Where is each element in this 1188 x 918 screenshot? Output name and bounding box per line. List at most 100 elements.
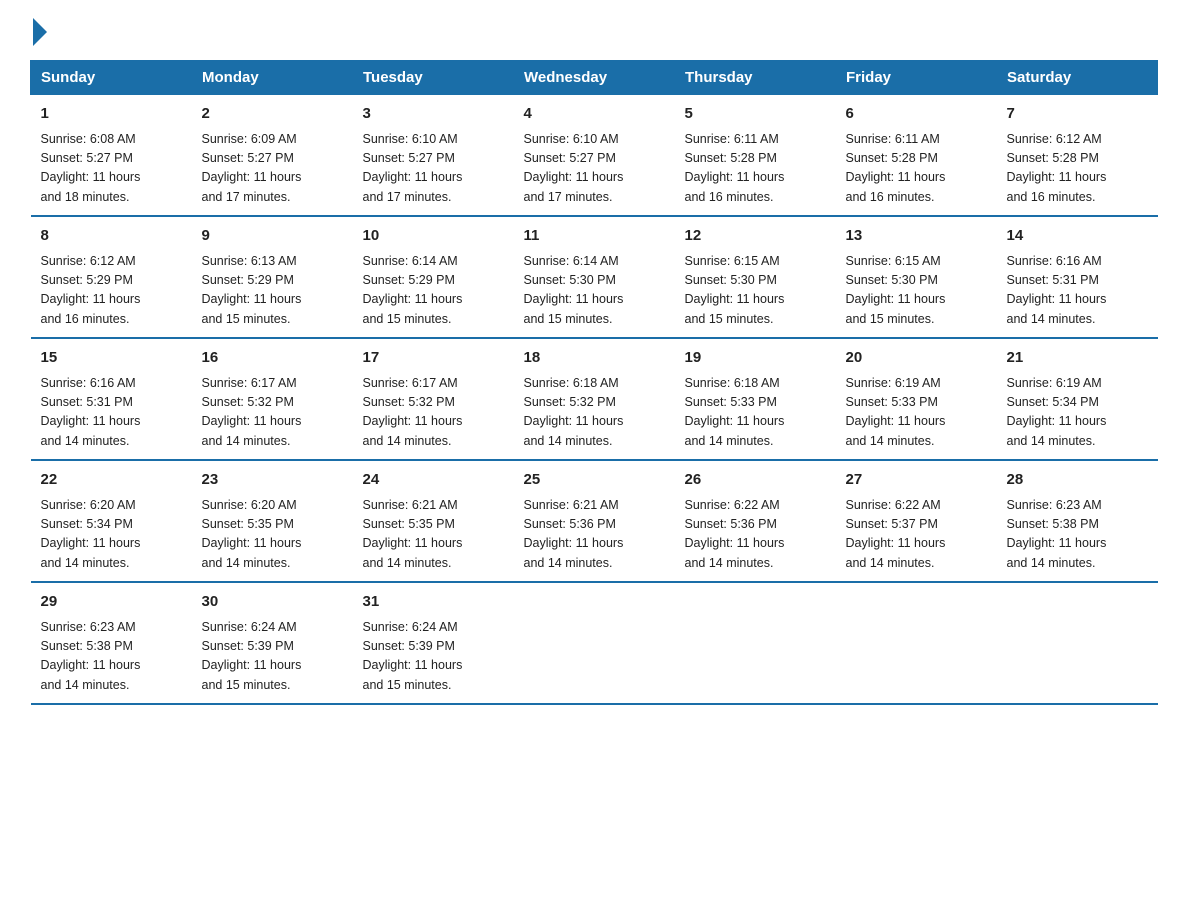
calendar-cell: 16 Sunrise: 6:17 AMSunset: 5:32 PMDaylig… bbox=[192, 338, 353, 460]
day-info: Sunrise: 6:22 AMSunset: 5:36 PMDaylight:… bbox=[685, 498, 785, 570]
day-number: 16 bbox=[202, 347, 343, 370]
day-number: 15 bbox=[41, 347, 182, 370]
calendar-cell: 2 Sunrise: 6:09 AMSunset: 5:27 PMDayligh… bbox=[192, 95, 353, 217]
calendar-cell: 20 Sunrise: 6:19 AMSunset: 5:33 PMDaylig… bbox=[836, 338, 997, 460]
calendar-cell: 18 Sunrise: 6:18 AMSunset: 5:32 PMDaylig… bbox=[514, 338, 675, 460]
calendar-cell: 12 Sunrise: 6:15 AMSunset: 5:30 PMDaylig… bbox=[675, 216, 836, 338]
day-number: 27 bbox=[846, 469, 987, 492]
day-header-sunday: Sunday bbox=[31, 61, 192, 95]
week-row-5: 29 Sunrise: 6:23 AMSunset: 5:38 PMDaylig… bbox=[31, 582, 1158, 704]
day-info: Sunrise: 6:24 AMSunset: 5:39 PMDaylight:… bbox=[363, 620, 463, 692]
day-info: Sunrise: 6:13 AMSunset: 5:29 PMDaylight:… bbox=[202, 254, 302, 326]
day-number: 22 bbox=[41, 469, 182, 492]
day-number: 6 bbox=[846, 103, 987, 126]
day-number: 18 bbox=[524, 347, 665, 370]
calendar-cell: 11 Sunrise: 6:14 AMSunset: 5:30 PMDaylig… bbox=[514, 216, 675, 338]
day-info: Sunrise: 6:16 AMSunset: 5:31 PMDaylight:… bbox=[41, 376, 141, 448]
day-info: Sunrise: 6:21 AMSunset: 5:36 PMDaylight:… bbox=[524, 498, 624, 570]
day-header-tuesday: Tuesday bbox=[353, 61, 514, 95]
calendar-cell bbox=[836, 582, 997, 704]
calendar-cell: 14 Sunrise: 6:16 AMSunset: 5:31 PMDaylig… bbox=[997, 216, 1158, 338]
day-info: Sunrise: 6:18 AMSunset: 5:32 PMDaylight:… bbox=[524, 376, 624, 448]
day-number: 11 bbox=[524, 225, 665, 248]
day-info: Sunrise: 6:08 AMSunset: 5:27 PMDaylight:… bbox=[41, 132, 141, 204]
day-info: Sunrise: 6:09 AMSunset: 5:27 PMDaylight:… bbox=[202, 132, 302, 204]
day-number: 29 bbox=[41, 591, 182, 614]
calendar-cell: 22 Sunrise: 6:20 AMSunset: 5:34 PMDaylig… bbox=[31, 460, 192, 582]
day-number: 20 bbox=[846, 347, 987, 370]
day-info: Sunrise: 6:14 AMSunset: 5:30 PMDaylight:… bbox=[524, 254, 624, 326]
day-info: Sunrise: 6:17 AMSunset: 5:32 PMDaylight:… bbox=[202, 376, 302, 448]
calendar-cell: 9 Sunrise: 6:13 AMSunset: 5:29 PMDayligh… bbox=[192, 216, 353, 338]
calendar-cell: 7 Sunrise: 6:12 AMSunset: 5:28 PMDayligh… bbox=[997, 95, 1158, 217]
day-info: Sunrise: 6:12 AMSunset: 5:29 PMDaylight:… bbox=[41, 254, 141, 326]
calendar-cell: 13 Sunrise: 6:15 AMSunset: 5:30 PMDaylig… bbox=[836, 216, 997, 338]
calendar-cell bbox=[675, 582, 836, 704]
calendar-cell: 17 Sunrise: 6:17 AMSunset: 5:32 PMDaylig… bbox=[353, 338, 514, 460]
day-info: Sunrise: 6:14 AMSunset: 5:29 PMDaylight:… bbox=[363, 254, 463, 326]
day-number: 21 bbox=[1007, 347, 1148, 370]
day-info: Sunrise: 6:19 AMSunset: 5:33 PMDaylight:… bbox=[846, 376, 946, 448]
calendar-cell: 10 Sunrise: 6:14 AMSunset: 5:29 PMDaylig… bbox=[353, 216, 514, 338]
calendar-cell: 15 Sunrise: 6:16 AMSunset: 5:31 PMDaylig… bbox=[31, 338, 192, 460]
day-number: 25 bbox=[524, 469, 665, 492]
days-of-week-row: SundayMondayTuesdayWednesdayThursdayFrid… bbox=[31, 61, 1158, 95]
calendar-cell: 19 Sunrise: 6:18 AMSunset: 5:33 PMDaylig… bbox=[675, 338, 836, 460]
calendar-cell: 21 Sunrise: 6:19 AMSunset: 5:34 PMDaylig… bbox=[997, 338, 1158, 460]
day-info: Sunrise: 6:22 AMSunset: 5:37 PMDaylight:… bbox=[846, 498, 946, 570]
day-number: 13 bbox=[846, 225, 987, 248]
day-info: Sunrise: 6:18 AMSunset: 5:33 PMDaylight:… bbox=[685, 376, 785, 448]
page-header bbox=[30, 20, 1158, 42]
day-number: 2 bbox=[202, 103, 343, 126]
day-number: 19 bbox=[685, 347, 826, 370]
day-info: Sunrise: 6:10 AMSunset: 5:27 PMDaylight:… bbox=[363, 132, 463, 204]
day-number: 14 bbox=[1007, 225, 1148, 248]
calendar-cell: 26 Sunrise: 6:22 AMSunset: 5:36 PMDaylig… bbox=[675, 460, 836, 582]
day-info: Sunrise: 6:15 AMSunset: 5:30 PMDaylight:… bbox=[685, 254, 785, 326]
day-number: 24 bbox=[363, 469, 504, 492]
day-number: 17 bbox=[363, 347, 504, 370]
day-info: Sunrise: 6:19 AMSunset: 5:34 PMDaylight:… bbox=[1007, 376, 1107, 448]
calendar-cell: 25 Sunrise: 6:21 AMSunset: 5:36 PMDaylig… bbox=[514, 460, 675, 582]
day-header-friday: Friday bbox=[836, 61, 997, 95]
day-info: Sunrise: 6:11 AMSunset: 5:28 PMDaylight:… bbox=[846, 132, 946, 204]
calendar-header: SundayMondayTuesdayWednesdayThursdayFrid… bbox=[31, 61, 1158, 95]
calendar-body: 1 Sunrise: 6:08 AMSunset: 5:27 PMDayligh… bbox=[31, 95, 1158, 705]
day-number: 3 bbox=[363, 103, 504, 126]
calendar-cell bbox=[514, 582, 675, 704]
calendar-cell: 3 Sunrise: 6:10 AMSunset: 5:27 PMDayligh… bbox=[353, 95, 514, 217]
day-info: Sunrise: 6:21 AMSunset: 5:35 PMDaylight:… bbox=[363, 498, 463, 570]
calendar-cell: 27 Sunrise: 6:22 AMSunset: 5:37 PMDaylig… bbox=[836, 460, 997, 582]
logo bbox=[30, 20, 47, 42]
day-number: 26 bbox=[685, 469, 826, 492]
week-row-1: 1 Sunrise: 6:08 AMSunset: 5:27 PMDayligh… bbox=[31, 95, 1158, 217]
day-info: Sunrise: 6:12 AMSunset: 5:28 PMDaylight:… bbox=[1007, 132, 1107, 204]
day-number: 9 bbox=[202, 225, 343, 248]
day-header-thursday: Thursday bbox=[675, 61, 836, 95]
day-info: Sunrise: 6:24 AMSunset: 5:39 PMDaylight:… bbox=[202, 620, 302, 692]
day-number: 4 bbox=[524, 103, 665, 126]
day-info: Sunrise: 6:23 AMSunset: 5:38 PMDaylight:… bbox=[1007, 498, 1107, 570]
week-row-3: 15 Sunrise: 6:16 AMSunset: 5:31 PMDaylig… bbox=[31, 338, 1158, 460]
calendar-cell: 28 Sunrise: 6:23 AMSunset: 5:38 PMDaylig… bbox=[997, 460, 1158, 582]
calendar-cell: 29 Sunrise: 6:23 AMSunset: 5:38 PMDaylig… bbox=[31, 582, 192, 704]
calendar-cell: 31 Sunrise: 6:24 AMSunset: 5:39 PMDaylig… bbox=[353, 582, 514, 704]
day-number: 30 bbox=[202, 591, 343, 614]
day-info: Sunrise: 6:15 AMSunset: 5:30 PMDaylight:… bbox=[846, 254, 946, 326]
day-header-monday: Monday bbox=[192, 61, 353, 95]
day-number: 5 bbox=[685, 103, 826, 126]
day-info: Sunrise: 6:23 AMSunset: 5:38 PMDaylight:… bbox=[41, 620, 141, 692]
calendar-cell: 30 Sunrise: 6:24 AMSunset: 5:39 PMDaylig… bbox=[192, 582, 353, 704]
day-number: 10 bbox=[363, 225, 504, 248]
day-info: Sunrise: 6:20 AMSunset: 5:35 PMDaylight:… bbox=[202, 498, 302, 570]
day-number: 7 bbox=[1007, 103, 1148, 126]
calendar-cell: 1 Sunrise: 6:08 AMSunset: 5:27 PMDayligh… bbox=[31, 95, 192, 217]
day-info: Sunrise: 6:10 AMSunset: 5:27 PMDaylight:… bbox=[524, 132, 624, 204]
calendar-cell: 24 Sunrise: 6:21 AMSunset: 5:35 PMDaylig… bbox=[353, 460, 514, 582]
day-header-saturday: Saturday bbox=[997, 61, 1158, 95]
calendar-cell: 4 Sunrise: 6:10 AMSunset: 5:27 PMDayligh… bbox=[514, 95, 675, 217]
calendar-cell: 8 Sunrise: 6:12 AMSunset: 5:29 PMDayligh… bbox=[31, 216, 192, 338]
calendar-cell: 5 Sunrise: 6:11 AMSunset: 5:28 PMDayligh… bbox=[675, 95, 836, 217]
day-info: Sunrise: 6:20 AMSunset: 5:34 PMDaylight:… bbox=[41, 498, 141, 570]
day-number: 8 bbox=[41, 225, 182, 248]
